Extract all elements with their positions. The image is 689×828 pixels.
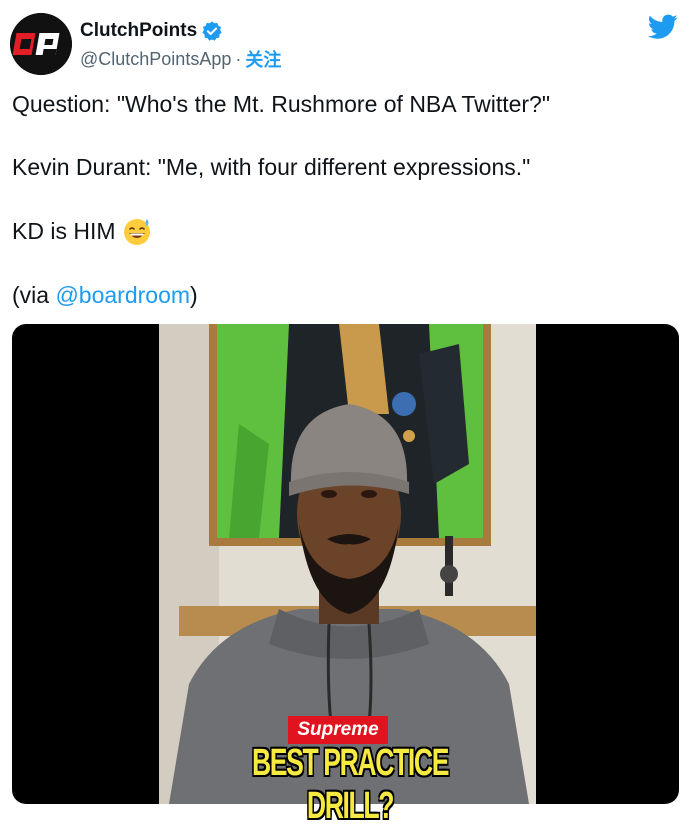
grinning-face-with-sweat-icon xyxy=(122,216,152,246)
video-caption: BEST PRACTICE DRILL? xyxy=(251,742,449,827)
tweet-line-answer: Kevin Durant: "Me, with four different e… xyxy=(12,154,531,180)
display-name[interactable]: ClutchPoints xyxy=(80,20,197,42)
tweet-line-kd-text: KD is HIM xyxy=(12,218,116,244)
tweet-header: ClutchPoints @ClutchPointsApp · 关注 xyxy=(10,10,680,80)
tweet-line-kd: KD is HIM xyxy=(12,216,152,246)
handle-row: @ClutchPointsApp · 关注 xyxy=(80,46,281,72)
handle[interactable]: @ClutchPointsApp xyxy=(80,49,231,70)
clutchpoints-logo xyxy=(10,13,72,75)
via-prefix: (via xyxy=(12,282,56,308)
follow-button[interactable]: 关注 xyxy=(245,46,281,72)
supreme-logo: Supreme xyxy=(288,716,388,744)
tweet-line-via: (via @boardroom) xyxy=(12,281,198,309)
verified-badge-icon xyxy=(201,20,223,42)
separator: · xyxy=(235,48,242,69)
tweet-line-question: Question: "Who's the Mt. Rushmore of NBA… xyxy=(12,91,551,117)
twitter-bird-icon[interactable] xyxy=(647,14,678,40)
via-suffix: ) xyxy=(190,282,198,308)
boardroom-mention-link[interactable]: @boardroom xyxy=(55,282,190,308)
avatar[interactable] xyxy=(10,13,72,75)
name-row: ClutchPoints xyxy=(80,20,223,42)
